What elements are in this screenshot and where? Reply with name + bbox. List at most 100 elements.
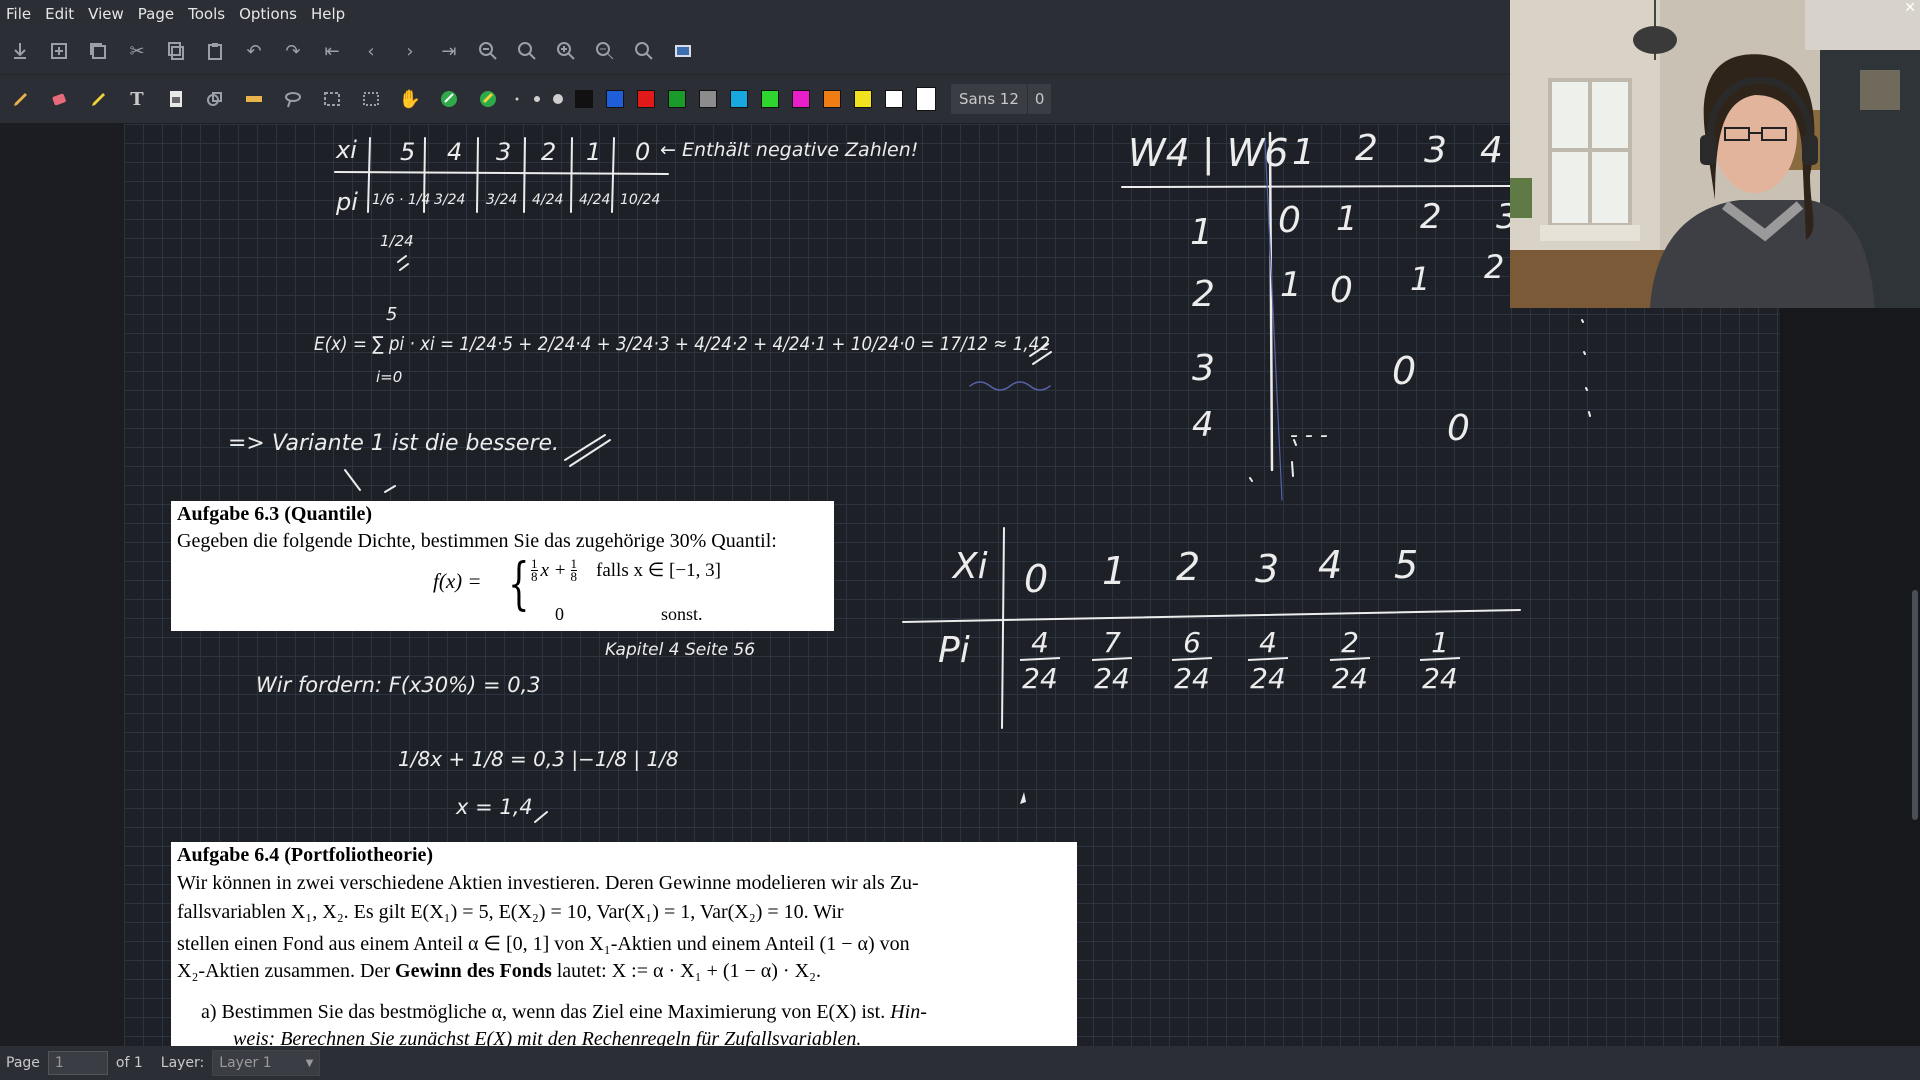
xp-p-num-0: 4 (1031, 626, 1049, 659)
w-cell-2-1: 1 (1280, 265, 1302, 305)
xp-x-0: 0 (1024, 557, 1048, 601)
table1-p-1: 4/24 (579, 192, 610, 208)
w-row-3-label: 3 (1192, 348, 1215, 389)
xp-p-den-3: 24 (1250, 662, 1286, 695)
table1-x-4: 4 (447, 138, 462, 166)
page-label: Page (6, 1055, 40, 1071)
xp-x-1: 1 (1102, 549, 1126, 593)
table1-x-1: 1 (586, 138, 601, 166)
xp-p-den-2: 24 (1174, 662, 1210, 695)
exercise-6-3-box: Aufgabe 6.3 (Quantile) Gegeben die folge… (171, 501, 834, 631)
table1-p-label: pi (335, 188, 358, 216)
w-cell-1-3: 2 (1420, 197, 1442, 237)
equation-note: 1/8x + 1/8 = 0,3 |−1/8 | 1/8 (398, 747, 679, 771)
requirement-note: Wir fordern: F(x30%) = 0,3 (256, 673, 541, 697)
table1-p-0: 10/24 (620, 192, 660, 208)
xp-p-den-0: 24 (1022, 662, 1058, 695)
layer-label: Layer: (160, 1055, 205, 1071)
xp-p-den-1: 24 (1094, 662, 1130, 695)
line-4-part-c: lautet: X := α · X₁ + (1 − α) · X₂. (551, 960, 821, 982)
table1-x-0: 0 (635, 138, 650, 166)
part-a-hint: Hin- (890, 1001, 927, 1023)
w-cell-1-2: 1 (1336, 199, 1358, 239)
w-cell-1-1: 0 (1278, 200, 1301, 241)
exercise-6-3-title: Aufgabe 6.3 (Quantile) (177, 503, 372, 525)
w-row-1-label: 1 (1190, 212, 1213, 253)
density-case-1: 18 x + 18 falls x ∈ [−1, 3] (531, 556, 721, 584)
p5-result: 1/24 (380, 232, 414, 250)
w-col-3: 3 (1424, 130, 1447, 171)
w-cell-4-4: 0 (1447, 408, 1470, 449)
xp-p-num-2: 6 (1183, 626, 1201, 659)
xp-p-label: Pi (938, 630, 970, 671)
page-number-value: 1 (54, 1055, 64, 1071)
kapitel-note: Kapitel 4 Seite 56 (605, 640, 755, 660)
brace: { (508, 552, 530, 617)
exercise-6-4-part-a: a) Bestimmen Sie das bestmögliche α, wen… (201, 1001, 927, 1024)
table1-header: xi (335, 136, 357, 164)
xp-p-bar-4 (1329, 657, 1371, 661)
w-cell-2-2: 0 (1330, 270, 1353, 311)
table1-x-2: 2 (541, 138, 556, 166)
exercise-6-4-title: Aufgabe 6.4 (Portfoliotheorie) (177, 844, 434, 866)
expectation-formula: E(x) = ∑ pi · xi = 1/24·5 + 2/24·4 + 3/2… (314, 333, 1050, 355)
exercise-6-4-line-1: Wir können in zwei verschiedene Aktien i… (177, 872, 919, 894)
sum-lower: i=0 (376, 368, 402, 386)
exercise-6-4-line-2: fallsvariablen X₁, X₂. Es gilt E(X₁) = 5… (177, 901, 844, 923)
density-case-1-cond: falls x ∈ [−1, 3] (596, 560, 721, 581)
webcam-overlay: ✕ (1510, 0, 1920, 308)
table1-x-5: 5 (400, 138, 415, 166)
layer-select[interactable]: Layer 1 ▼ (212, 1050, 321, 1076)
xp-x-5: 5 (1394, 543, 1418, 587)
w-table-dots: - - - (1290, 423, 1328, 448)
pen-cursor-mark (1020, 792, 1026, 804)
conclusion-note: => Variante 1 ist die bessere. (228, 431, 559, 456)
part-a-text: a) Bestimmen Sie das bestmögliche α, wen… (201, 1001, 886, 1023)
exercise-6-4-hint: weis: Berechnen Sie zunächst E(X) mit de… (233, 1028, 862, 1046)
close-icon[interactable]: ✕ (1904, 0, 1916, 16)
xp-p-num-3: 4 (1259, 626, 1277, 659)
exercise-6-4-line-4: X₂-Aktien zusammen. Der Gewinn des Fonds… (177, 960, 821, 983)
xp-x-3: 3 (1255, 547, 1279, 591)
sum-upper: 5 (386, 304, 397, 325)
table1-p-2: 4/24 (532, 192, 563, 208)
xp-p-den-4: 24 (1332, 662, 1368, 695)
xp-x-2: 2 (1176, 545, 1200, 589)
w-col-4: 4 (1480, 130, 1503, 171)
layer-select-value: Layer 1 (219, 1055, 272, 1071)
table1-p-4: 3/24 (434, 192, 465, 208)
xp-x-4: 4 (1318, 543, 1342, 587)
exercise-6-4-line-3: stellen einen Fond aus einem Anteil α ∈ … (177, 933, 910, 955)
xp-p-bar-1 (1091, 657, 1133, 661)
w-col-1: 1 (1292, 132, 1315, 173)
density-fx: f(x) = (433, 569, 482, 593)
w-cell-3-3: 0 (1392, 349, 1416, 393)
xp-p-bar-2 (1171, 657, 1213, 661)
density-case-2-expr: 0 (555, 604, 564, 624)
w-table-header: W4 | W6 (1128, 131, 1288, 176)
xp-p-den-5: 24 (1422, 662, 1458, 695)
w-cell-2-3: 1 (1410, 260, 1430, 298)
w-row-2-label: 2 (1192, 274, 1215, 315)
page-number-input[interactable]: 1 (47, 1051, 108, 1075)
chevron-down-icon: ▼ (305, 1057, 314, 1069)
xp-p-bar-3 (1247, 657, 1289, 661)
result-note: x = 1,4 (455, 795, 533, 819)
xp-p-num-1: 7 (1103, 626, 1121, 659)
w-cell-2-4: 2 (1484, 248, 1504, 286)
xp-p-bar-5 (1419, 657, 1461, 661)
density-case-1-expr: x + (540, 559, 567, 581)
table1-p-3: 3/24 (486, 192, 517, 208)
line-4-part-a: X₂-Aktien zusammen. Der (177, 960, 396, 982)
table1-p-5: 1/6 · 1/4 (372, 192, 430, 208)
page-count-label: of 1 (115, 1055, 143, 1071)
exercise-6-4-box: Aufgabe 6.4 (Portfoliotheorie) Wir könne… (171, 842, 1077, 1046)
table1-x-3: 3 (496, 138, 511, 166)
density-case-2-cond: sonst. (661, 604, 703, 624)
exercise-6-3-text: Gegeben die folgende Dichte, bestimmen S… (177, 530, 777, 552)
status-bar: Page 1 of 1 Layer: Layer 1 ▼ (0, 1046, 1920, 1080)
xp-p-num-5: 1 (1431, 626, 1449, 659)
w-row-4-label: 4 (1192, 405, 1214, 445)
xp-x-label: Xi (951, 546, 988, 587)
negative-note: ← Enthält negative Zahlen! (660, 139, 918, 161)
